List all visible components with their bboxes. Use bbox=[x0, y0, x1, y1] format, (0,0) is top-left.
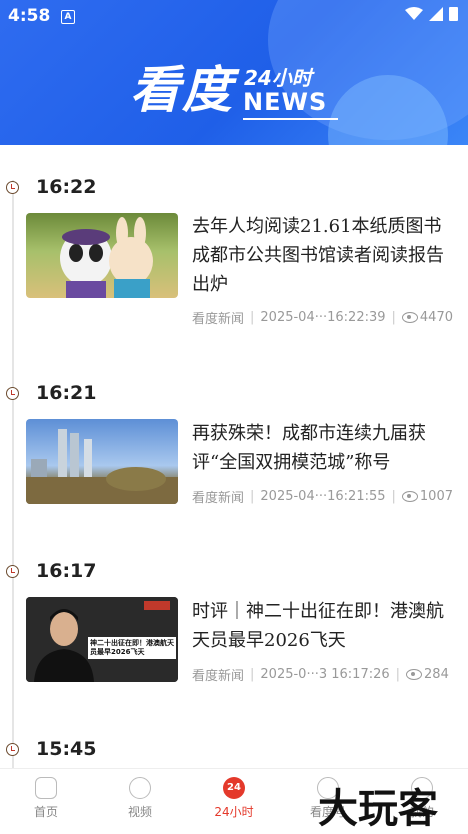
logo-24h: 24小时 bbox=[244, 66, 312, 90]
news-views: 284 bbox=[424, 667, 449, 682]
timeline-time: 16:21 bbox=[36, 382, 97, 404]
timeline-line bbox=[12, 180, 14, 780]
eye-icon bbox=[401, 491, 418, 502]
timeline-time: 16:22 bbox=[36, 176, 97, 198]
tab-24h[interactable]: 24 24小时 bbox=[194, 777, 274, 820]
signal-icon bbox=[429, 6, 443, 21]
battery-icon bbox=[449, 7, 458, 21]
news-source: 看度新闻 bbox=[192, 669, 245, 684]
news-meta: 看度新闻 | 2025-04···16:21:55 | 1007 bbox=[192, 489, 453, 506]
logo-news: NEWS bbox=[243, 88, 328, 116]
news-views: 4470 bbox=[419, 310, 453, 325]
news-thumbnail[interactable] bbox=[26, 419, 178, 504]
tab-label: 视频 bbox=[127, 805, 152, 819]
news-source: 看度新闻 bbox=[192, 312, 245, 327]
home-icon bbox=[35, 777, 57, 799]
news-source: 看度新闻 bbox=[192, 491, 245, 506]
news-date: 2025-04···16:21:55 bbox=[260, 489, 386, 504]
eye-icon bbox=[401, 312, 418, 323]
eye-icon bbox=[406, 669, 423, 680]
play-icon bbox=[129, 777, 151, 799]
wifi-icon bbox=[405, 6, 423, 20]
thumbnail-caption: 神二十出征在即！港澳航天员最早2026飞天 bbox=[88, 637, 176, 659]
watermark: 大玩客 bbox=[318, 785, 438, 832]
logo-underline bbox=[243, 118, 338, 120]
news-thumbnail[interactable]: 神二十出征在即！港澳航天员最早2026飞天 bbox=[26, 597, 178, 682]
tab-label: 24小时 bbox=[214, 805, 254, 819]
city-skyline-image bbox=[26, 429, 178, 504]
clock-icon bbox=[6, 565, 19, 578]
news-title[interactable]: 时评｜神二十出征在即！港澳航天员最早2026飞天 bbox=[192, 597, 454, 655]
news-title[interactable]: 再获殊荣！成都市连续九届获评“全国双拥模范城”称号 bbox=[192, 419, 454, 477]
tab-video[interactable]: 视频 bbox=[100, 777, 180, 820]
news-thumbnail[interactable] bbox=[26, 213, 178, 298]
header-banner: 4:58 A 看度 24小时 NEWS bbox=[0, 0, 468, 145]
timeline-time: 16:17 bbox=[36, 560, 97, 582]
timeline-time: 15:45 bbox=[36, 738, 97, 760]
news-date: 2025-04···16:22:39 bbox=[260, 310, 386, 325]
status-time: 4:58 bbox=[8, 6, 51, 26]
status-bar: 4:58 A bbox=[0, 0, 468, 32]
logo-text: 看度 bbox=[130, 60, 234, 119]
news-meta: 看度新闻 | 2025-04···16:22:39 | 4470 bbox=[192, 310, 453, 327]
news-title[interactable]: 去年人均阅读21.61本纸质图书 成都市公共图书馆读者阅读报告出炉 bbox=[192, 212, 454, 299]
tab-home[interactable]: 首页 bbox=[6, 777, 86, 820]
notification-icon: A bbox=[61, 10, 75, 24]
mascot-image bbox=[60, 217, 153, 298]
clock-icon bbox=[6, 743, 19, 756]
news-views: 1007 bbox=[419, 489, 453, 504]
tab-label: 首页 bbox=[33, 805, 58, 819]
news-meta: 看度新闻 | 2025-0···3 16:17:26 | 284 bbox=[192, 667, 449, 684]
clock-24-icon: 24 bbox=[223, 777, 245, 799]
news-date: 2025-0···3 16:17:26 bbox=[260, 667, 390, 682]
clock-icon bbox=[6, 387, 19, 400]
clock-icon bbox=[6, 181, 19, 194]
